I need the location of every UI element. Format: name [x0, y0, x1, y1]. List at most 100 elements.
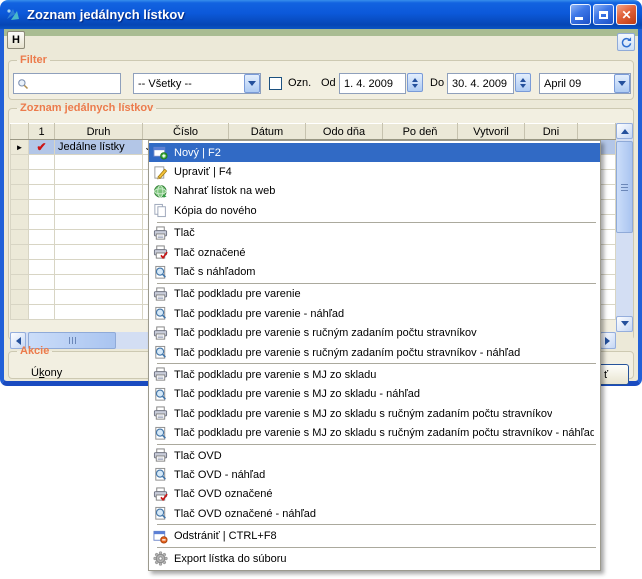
chevron-down-icon[interactable] [614, 74, 630, 93]
spin-down-icon [412, 84, 418, 91]
column-header[interactable]: 1 [29, 124, 55, 140]
month-select-value: April 09 [540, 78, 614, 90]
search-icon [17, 78, 29, 90]
context-menu-item[interactable]: Odstrániť | CTRL+F8 [149, 526, 600, 545]
context-menu-item[interactable]: Tlač označené [149, 243, 600, 262]
context-menu-item[interactable]: Upraviť | F4 [149, 162, 600, 181]
refresh-button[interactable] [617, 33, 635, 51]
menu-item-label: Tlač podkladu pre varenie s MJ zo skladu… [174, 408, 552, 420]
menu-item-label: Tlač s náhľadom [174, 266, 255, 278]
window-title: Zoznam jedálnych lístkov [27, 7, 570, 22]
search-field[interactable] [13, 73, 121, 94]
column-header[interactable]: Číslo [143, 124, 229, 140]
preview-icon [152, 386, 169, 402]
date-to-field[interactable]: 30. 4. 2009 [447, 73, 514, 94]
context-menu-item[interactable]: Tlač [149, 224, 600, 243]
maximize-button[interactable] [593, 4, 614, 25]
search-input[interactable] [32, 78, 112, 90]
column-header[interactable]: Druh [55, 124, 143, 140]
close-icon: ✕ [621, 9, 631, 21]
thumb-grip [621, 184, 628, 191]
column-header[interactable] [11, 124, 29, 140]
context-menu-item[interactable]: Export lístka do súboru [149, 549, 600, 568]
spin-up-icon [520, 75, 526, 82]
menu-item-label: Tlač podkladu pre varenie [174, 288, 301, 300]
context-menu-item[interactable]: Tlač s náhľadom [149, 262, 600, 281]
context-menu-item[interactable]: Tlač podkladu pre varenie [149, 285, 600, 304]
context-menu-item[interactable]: Tlač podkladu pre varenie s ručným zadan… [149, 324, 600, 343]
column-header[interactable] [578, 124, 616, 140]
globe-icon [152, 183, 169, 199]
menu-item-label: Tlač OVD [174, 450, 222, 462]
spin-down-icon [520, 84, 526, 91]
printer-icon [152, 406, 169, 422]
menu-item-label: Tlač [174, 227, 195, 239]
context-menu-item[interactable]: Tlač podkladu pre varenie - náhľad [149, 304, 600, 323]
column-header[interactable]: Dátum [229, 124, 306, 140]
month-select[interactable]: April 09 [539, 73, 631, 94]
arrow-up-icon [621, 125, 629, 134]
printer-icon [152, 448, 169, 464]
ozn-checkbox[interactable] [269, 77, 282, 90]
context-menu-item[interactable]: Tlač OVD [149, 446, 600, 465]
context-menu-item[interactable]: Tlač OVD označené [149, 485, 600, 504]
printer-icon [152, 286, 169, 302]
column-header[interactable]: Odo dňa [306, 124, 383, 140]
context-menu-item[interactable]: Tlač podkladu pre varenie s MJ zo skladu… [149, 423, 600, 442]
menu-item-label: Nahrať lístok na web [174, 185, 275, 197]
context-menu-item[interactable]: Tlač OVD označené - náhľad [149, 504, 600, 523]
minimize-button[interactable] [570, 4, 591, 25]
date-from-field[interactable]: 1. 4. 2009 [339, 73, 406, 94]
filter-group-label: Filter [17, 54, 50, 66]
menu-item-label: Tlač označené [174, 247, 246, 259]
window-titlebar: Zoznam jedálnych lístkov ✕ [0, 0, 642, 29]
scroll-up-button[interactable] [616, 123, 633, 139]
filter-group: Filter -- Všetky -- Ozn. Od [8, 54, 634, 100]
preview-icon [152, 506, 169, 522]
grid-header-row[interactable]: 1DruhČísloDátumOdo dňaPo deňVytvorilDni [11, 124, 616, 140]
context-menu-item[interactable]: Tlač OVD - náhľad [149, 465, 600, 484]
thumb-grip [69, 337, 76, 344]
context-menu-item[interactable]: Nahrať lístok na web [149, 182, 600, 201]
menu-item-label: Tlač podkladu pre varenie s MJ zo skladu [174, 369, 376, 381]
menu-item-label: Nový | F2 [174, 147, 221, 159]
copy-icon [152, 203, 169, 219]
printer-marked-icon [152, 486, 169, 502]
context-menu-item[interactable]: Tlač podkladu pre varenie s MJ zo skladu… [149, 385, 600, 404]
context-menu-item[interactable]: Nový | F2 [149, 143, 600, 162]
spin-up-icon [412, 75, 418, 82]
date-to-value: 30. 4. 2009 [452, 78, 507, 90]
menu-item-label: Tlač OVD označené [174, 488, 272, 500]
do-label: Do [430, 77, 444, 89]
preview-icon [152, 467, 169, 483]
column-header[interactable]: Vytvoril [458, 124, 525, 140]
app-icon [5, 6, 22, 23]
h-button[interactable]: H [7, 31, 25, 49]
row-check-icon: ✔ [36, 140, 46, 154]
date-from-spinner[interactable] [407, 73, 423, 92]
arrow-right-icon [605, 337, 614, 345]
context-menu-item[interactable]: Tlač podkladu pre varenie s ručným zadan… [149, 343, 600, 362]
vertical-scroll-thumb[interactable] [616, 141, 633, 233]
date-from-value: 1. 4. 2009 [344, 78, 393, 90]
column-header[interactable]: Dni [525, 124, 578, 140]
close-button[interactable]: ✕ [616, 4, 637, 25]
scroll-down-button[interactable] [616, 316, 633, 332]
chevron-down-icon[interactable] [244, 74, 260, 93]
context-menu-item[interactable]: Tlač podkladu pre varenie s MJ zo skladu [149, 365, 600, 384]
minimize-icon [575, 17, 583, 20]
vertical-scrollbar[interactable] [616, 123, 633, 332]
gear-icon [152, 551, 169, 567]
type-select[interactable]: -- Všetky -- [133, 73, 261, 94]
date-to-spinner[interactable] [515, 73, 531, 92]
menu-item-label: Odstrániť | CTRL+F8 [174, 530, 277, 542]
printer-icon [152, 367, 169, 383]
menu-item-label: Tlač podkladu pre varenie s MJ zo skladu… [174, 427, 594, 439]
ukony-label[interactable]: Úkony [31, 367, 62, 379]
row-marker-icon: ► [16, 143, 24, 152]
context-menu-item[interactable]: Tlač podkladu pre varenie s MJ zo skladu… [149, 404, 600, 423]
column-header[interactable]: Po deň [383, 124, 458, 140]
context-menu-item[interactable]: Kópia do nového [149, 201, 600, 220]
maximize-icon [599, 11, 608, 19]
preview-icon [152, 264, 169, 280]
